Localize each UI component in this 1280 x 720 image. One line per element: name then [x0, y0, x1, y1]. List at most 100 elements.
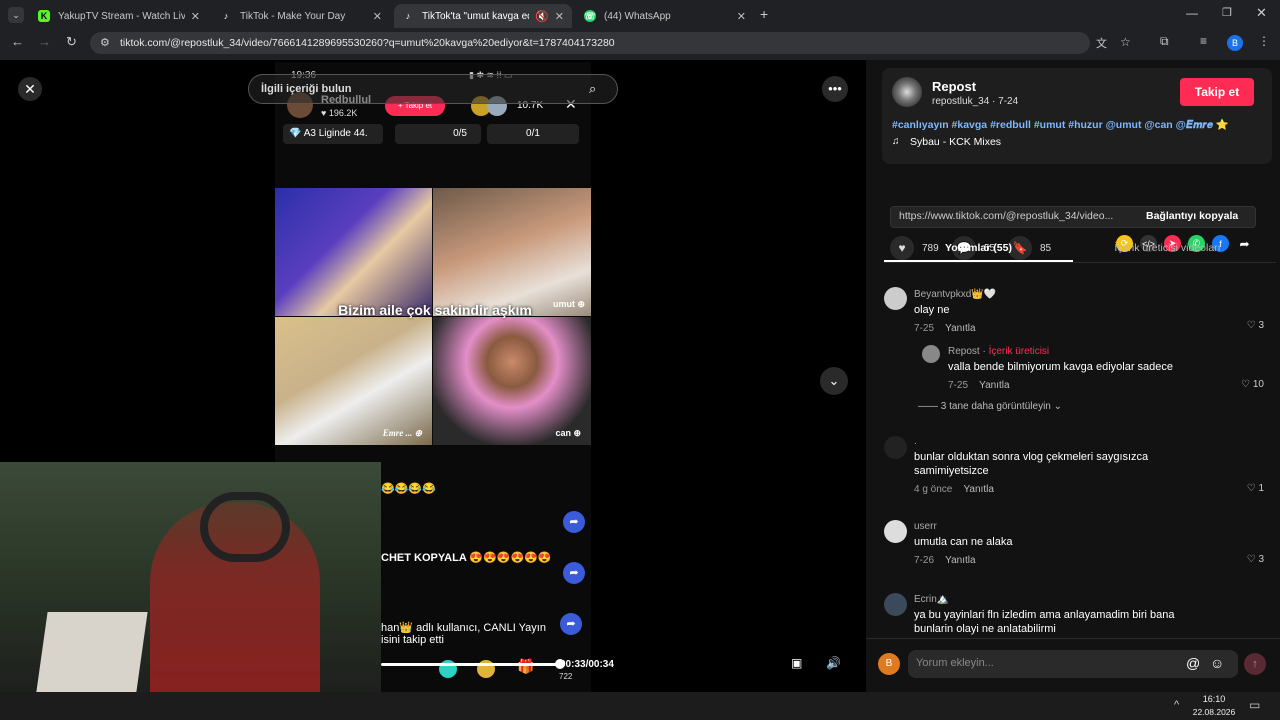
reply-link[interactable]: Yanıtla: [979, 380, 1009, 391]
cell-tag-emre: Emre ... ⊕: [382, 428, 422, 438]
minimize-icon[interactable]: —: [1186, 6, 1198, 20]
profile-avatar[interactable]: B: [1227, 35, 1243, 51]
related-search-bar[interactable]: İlgili içeriği bulun ⌕: [248, 74, 618, 104]
stream-cell-4[interactable]: can ⊕: [433, 317, 591, 445]
tab-tiktok-home[interactable]: ♪ TikTok - Make Your Day ✕: [212, 4, 390, 28]
post-link[interactable]: https://www.tiktok.com/@repostluk_34/vid…: [899, 210, 1139, 222]
bookmark-star-icon[interactable]: ☆: [1120, 35, 1131, 49]
address-bar[interactable]: ⚙ tiktok.com/@repostluk_34/video/7666141…: [90, 32, 1131, 54]
tab-creator-videos[interactable]: İçerik üreticisi videoları: [1073, 242, 1262, 254]
emoji-icon[interactable]: ☺: [1210, 655, 1224, 671]
comment-placeholder: Yorum ekleyin...: [916, 657, 994, 669]
pip-icon[interactable]: ▣: [791, 656, 802, 670]
comment-author[interactable]: .: [914, 436, 1264, 447]
site-info-icon[interactable]: ⚙: [100, 36, 110, 49]
comment-input[interactable]: Yorum ekleyin... @ ☺: [908, 650, 1238, 678]
post-comment-button[interactable]: ↑: [1244, 653, 1266, 675]
live-caption: Bizim aile çok sakindir aşkım: [338, 302, 532, 318]
close-tab-icon[interactable]: ✕: [555, 10, 564, 23]
comment-like[interactable]: ♡ 3: [1247, 554, 1264, 565]
avatar[interactable]: [884, 436, 907, 459]
chat-share-icon[interactable]: ➦: [563, 562, 585, 584]
more-options-icon[interactable]: •••: [822, 76, 848, 102]
chat-share-icon[interactable]: ➦: [560, 613, 582, 635]
close-video-icon[interactable]: ✕: [18, 77, 42, 101]
live-gift-bar: 🎁 722: [381, 650, 591, 690]
post-hashtags[interactable]: #canlıyayın #kavga #redbull #umut #huzur…: [892, 118, 1262, 132]
user-avatar[interactable]: B: [878, 653, 900, 675]
tray-chevron-icon[interactable]: ^: [1174, 699, 1179, 711]
tiktok-icon: ♪: [405, 11, 411, 21]
tab-yakuptv[interactable]: K YakupTV Stream - Watch Live o ✕: [30, 4, 208, 28]
tab-tiktok-video[interactable]: ♪ TikTok'ta "umut kavga ediyo 🔇 ✕: [394, 4, 572, 28]
maximize-icon[interactable]: ❐: [1222, 6, 1232, 19]
notification-icon[interactable]: ▭: [1249, 698, 1260, 712]
view-more-replies[interactable]: —— 3 tane daha görüntüleyin ⌄: [918, 401, 1062, 412]
tab-list-icon[interactable]: ⌄: [8, 7, 24, 23]
search-icon[interactable]: ⌕: [589, 81, 596, 97]
url-text: tiktok.com/@repostluk_34/video/766614128…: [120, 37, 615, 49]
comment-meta: 7-26 Yanıtla: [914, 555, 976, 566]
comment-text: ya bu yayinlari fln izledim ama anlayama…: [914, 609, 1175, 635]
author-name[interactable]: Repost: [932, 79, 976, 94]
comment-meta: 4 g önce Yanıtla: [914, 484, 994, 495]
close-tab-icon[interactable]: ✕: [191, 10, 200, 23]
stream-cell-1[interactable]: [275, 188, 432, 316]
comment-author[interactable]: Ecrin🏔️: [914, 594, 1214, 605]
webcam-headset: [200, 492, 290, 562]
comment-meta: 7-25 Yanıtla: [948, 380, 1010, 391]
forward-icon[interactable]: →: [38, 34, 51, 49]
avatar[interactable]: [884, 520, 907, 543]
media-control-icon[interactable]: ≡: [1200, 34, 1207, 48]
score-box-a: 0/5: [395, 124, 481, 144]
chat-share-icon[interactable]: ➦: [563, 511, 585, 533]
back-icon[interactable]: ←: [11, 34, 24, 49]
progress-track[interactable]: [381, 663, 561, 666]
comment-meta: 7-25 Yanıtla: [914, 323, 976, 334]
reply-link[interactable]: Yanıtla: [945, 323, 975, 334]
chat-line: han👑 adlı kullanıcı, CANLI Yayın: [381, 622, 546, 634]
close-tab-icon[interactable]: ✕: [373, 10, 382, 23]
extensions-icon[interactable]: ⧉: [1160, 34, 1169, 49]
copy-link-button[interactable]: Bağlantıyı kopyala: [1146, 210, 1238, 222]
comment-author[interactable]: Repost · İçerik üreticisi: [948, 346, 1264, 357]
reload-icon[interactable]: ↻: [66, 34, 77, 50]
taskbar: ^ 16:10 22.08.2026 ▭: [0, 692, 1280, 720]
chat-line: 😂😂😂😂: [381, 483, 436, 495]
comment-item: . bunlar olduktan sonra vlog çekmeleri s…: [914, 436, 1264, 495]
next-video-icon[interactable]: ⌄: [820, 367, 848, 395]
music-title[interactable]: Sybau - KCK Mixes: [910, 136, 1001, 148]
mention-icon[interactable]: @: [1186, 655, 1200, 671]
stream-cell-3[interactable]: Emre ... ⊕: [275, 317, 432, 445]
whatsapp-icon: ☏: [584, 10, 596, 22]
stream-cell-2[interactable]: umut ⊕: [433, 188, 591, 316]
browser-menu-icon[interactable]: ⋮: [1258, 34, 1270, 48]
follow-button[interactable]: Takip et: [1180, 78, 1254, 106]
volume-icon[interactable]: 🔊: [826, 656, 841, 670]
comment-like[interactable]: ♡ 1: [1247, 483, 1264, 494]
gift-box-icon[interactable]: 🎁: [517, 658, 534, 675]
comment-text: valla bende bilmiyorum kavga ediyolar sa…: [948, 361, 1174, 373]
comment-author[interactable]: Beyantvpkxd👑🤍: [914, 289, 1264, 300]
comment-author[interactable]: userr: [914, 521, 1264, 532]
avatar[interactable]: [922, 345, 940, 363]
close-window-icon[interactable]: ✕: [1256, 5, 1267, 21]
comment-like[interactable]: ♡ 10: [1241, 379, 1264, 390]
tab-title: (44) WhatsApp: [604, 10, 671, 22]
mute-tab-icon[interactable]: 🔇: [535, 10, 549, 23]
avatar[interactable]: [884, 593, 907, 616]
author-avatar[interactable]: [892, 77, 922, 107]
tab-comments[interactable]: Yorumlar (55): [884, 242, 1073, 254]
comment-item: Beyantvpkxd👑🤍 olay ne 7-25 Yanıtla ♡ 3: [914, 289, 1264, 334]
reply-link[interactable]: Yanıtla: [964, 484, 994, 495]
comment-text: bunlar olduktan sonra vlog çekmeleri say…: [914, 451, 1149, 477]
reply-link[interactable]: Yanıtla: [945, 555, 975, 566]
tab-title: TikTok'ta "umut kavga ediyo: [422, 10, 529, 22]
tiktok-icon: ♪: [223, 11, 229, 21]
avatar[interactable]: [884, 287, 907, 310]
comment-like[interactable]: ♡ 3: [1247, 320, 1264, 331]
close-tab-icon[interactable]: ✕: [737, 10, 746, 23]
tab-whatsapp[interactable]: ☏ (44) WhatsApp ✕: [576, 4, 754, 28]
new-tab-icon[interactable]: +: [760, 6, 768, 22]
translate-icon[interactable]: 文: [1096, 35, 1107, 51]
